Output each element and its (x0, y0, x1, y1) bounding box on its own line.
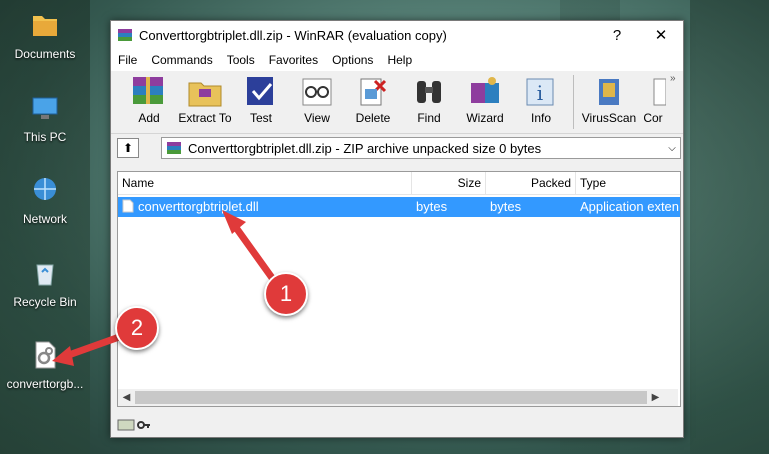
arrow-2-line (62, 332, 126, 360)
arrow-2-head (52, 346, 74, 366)
arrow-1-line (228, 218, 279, 286)
annotation-arrows (52, 210, 279, 366)
annotation-badge-2: 2 (115, 306, 159, 350)
arrow-1-head (222, 210, 246, 234)
annotation-badge-1: 1 (264, 272, 308, 316)
